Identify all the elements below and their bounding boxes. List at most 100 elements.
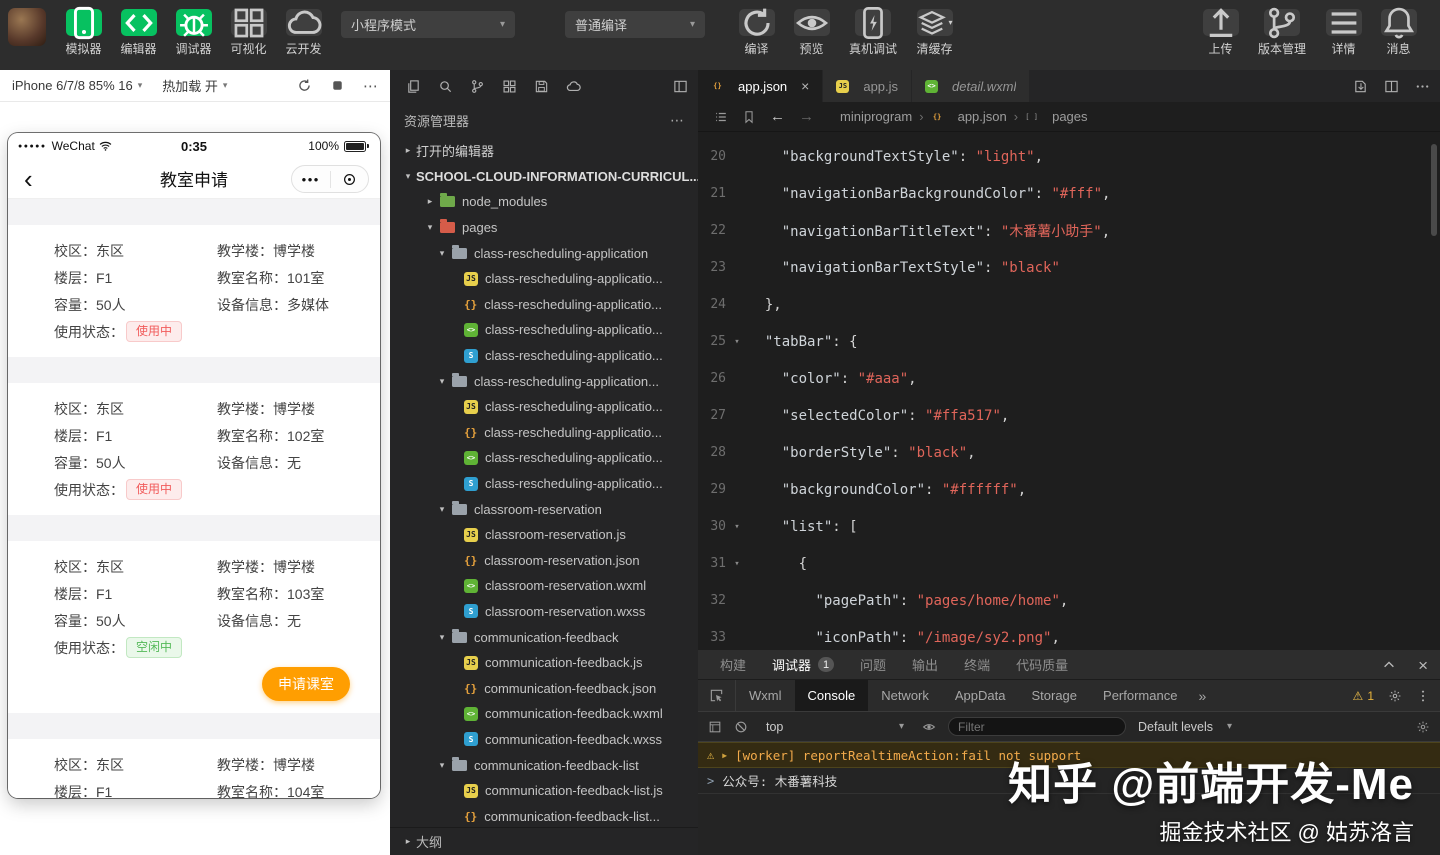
code-line[interactable]: 30 ▾ "list": [ (698, 508, 1430, 545)
code-line[interactable]: 22 "navigationBarTitleText": "木番薯小助手", (698, 212, 1430, 249)
files-icon[interactable] (406, 79, 421, 94)
device-selector[interactable]: iPhone 6/7/8 85% 16 ▾ (12, 78, 142, 93)
tree-file[interactable]: <> class-rescheduling-applicatio... (390, 317, 698, 343)
navigate-forward-icon[interactable]: → (799, 108, 814, 125)
outline-section[interactable]: ▸ 大纲 (390, 827, 698, 855)
tree-file[interactable]: JS class-rescheduling-applicatio... (390, 394, 698, 420)
tree-file[interactable]: JS class-rescheduling-applicatio... (390, 266, 698, 292)
tree-file[interactable]: JS communication-feedback.js (390, 650, 698, 676)
tree-file[interactable]: Scommunication-feedback.wxss (390, 727, 698, 753)
code-line[interactable]: 31 ▾ { (698, 545, 1430, 582)
devtools-tab-Wxml[interactable]: Wxml (736, 680, 795, 711)
more-actions-icon[interactable] (1415, 79, 1430, 94)
cloud-icon[interactable] (566, 79, 581, 94)
console-filter-input[interactable] (948, 717, 1126, 736)
code-line[interactable]: 20 "backgroundTextStyle": "light", (698, 138, 1430, 175)
code-line[interactable]: 21 "navigationBarBackgroundColor": "#fff… (698, 175, 1430, 212)
expand-panel-icon[interactable] (1382, 658, 1396, 672)
inspect-element-icon[interactable] (698, 680, 736, 711)
action-details-button[interactable]: 详情 (1316, 9, 1371, 57)
code-line[interactable]: 33 "iconPath": "/image/sy2.png", (698, 619, 1430, 650)
log-levels-dropdown[interactable]: Default levels ▾ (1138, 720, 1232, 734)
panel-tab-代码质量[interactable]: 代码质量 (1016, 655, 1068, 674)
outline-list-icon[interactable] (714, 110, 728, 124)
code-line[interactable]: 23 "navigationBarTextStyle": "black" (698, 249, 1430, 286)
devtools-settings-icon[interactable] (1388, 689, 1402, 703)
action-device-debug-button[interactable]: 真机调试 (839, 6, 907, 57)
close-miniprogram-icon[interactable] (331, 172, 369, 187)
tree-file[interactable]: JS communication-feedback-list.js (390, 778, 698, 804)
save-icon[interactable] (534, 79, 549, 94)
breadcrumb-item[interactable]: pages (1052, 109, 1087, 124)
restart-simulator-icon[interactable] (297, 78, 312, 93)
hot-reload-toggle[interactable]: 热加载 开 ▾ (162, 76, 227, 95)
tree-folder[interactable]: ▾ communication-feedback-list (390, 752, 698, 778)
tree-folder[interactable]: ▾ class-rescheduling-application... (390, 368, 698, 394)
action-clear-cache-button[interactable]: ▾ 清缓存 (907, 9, 962, 57)
tree-folder[interactable]: ▸ node_modules (390, 189, 698, 215)
devtools-tab-Console[interactable]: Console (794, 680, 869, 711)
tree-file[interactable]: {} class-rescheduling-applicatio... (390, 420, 698, 446)
console-settings-icon[interactable] (1416, 720, 1430, 734)
apply-classroom-button[interactable]: 申请课室 (262, 667, 350, 701)
action-compile-button[interactable]: 编译 (729, 8, 784, 57)
mode-dropdown[interactable]: 小程序模式 ▾ (341, 11, 515, 38)
grid-icon[interactable] (502, 79, 517, 94)
explorer-more-icon[interactable]: ⋯ (670, 112, 684, 129)
editor-tab-app.js[interactable]: JS app.js (823, 70, 913, 102)
code-line[interactable]: 24 }, (698, 286, 1430, 323)
devtools-tab-Network[interactable]: Network (868, 680, 942, 711)
bookmark-icon[interactable] (742, 110, 756, 124)
live-expression-icon[interactable] (922, 720, 936, 734)
split-icon[interactable] (1384, 79, 1399, 94)
panel-tab-问题[interactable]: 问题 (860, 655, 886, 674)
section-project-root[interactable]: ▾ SCHOOL-CLOUD-INFORMATION-CURRICUL... (390, 164, 698, 190)
more-menu-icon[interactable]: ••• (292, 172, 330, 187)
close-tab-icon[interactable]: × (801, 78, 809, 94)
action-preview-button[interactable]: 预览 (784, 9, 839, 57)
tool-visualization-button[interactable]: 可视化 (221, 8, 276, 57)
code-line[interactable]: 25 ▾ "tabBar": { (698, 323, 1430, 360)
devtools-tab-AppData[interactable]: AppData (942, 680, 1019, 711)
branch-icon[interactable] (470, 79, 485, 94)
action-messages-button[interactable]: 消息 (1371, 7, 1426, 57)
compile-mode-dropdown[interactable]: 普通编译 ▾ (565, 11, 705, 38)
close-panel-icon[interactable]: × (1418, 657, 1428, 674)
devtools-overflow-icon[interactable]: » (1190, 680, 1214, 711)
search-icon[interactable] (438, 79, 453, 94)
tree-folder[interactable]: ▾ pages (390, 215, 698, 241)
tool-debugger-button[interactable]: 调试器 (166, 9, 221, 57)
panel-tab-输出[interactable]: 输出 (912, 655, 938, 674)
tool-simulator-button[interactable]: 模拟器 (56, 6, 111, 57)
fold-icon[interactable]: ▾ (726, 559, 748, 569)
devtools-menu-icon[interactable] (1416, 689, 1430, 703)
code-line[interactable]: 32 "pagePath": "pages/home/home", (698, 582, 1430, 619)
breadcrumb-item[interactable]: miniprogram (840, 109, 912, 124)
devtools-tab-Performance[interactable]: Performance (1090, 680, 1190, 711)
tree-file[interactable]: {} class-rescheduling-applicatio... (390, 292, 698, 318)
devtools-tab-Storage[interactable]: Storage (1018, 680, 1090, 711)
tree-file[interactable]: {} classroom-reservation.json (390, 548, 698, 574)
code-line[interactable]: 29 "backgroundColor": "#ffffff", (698, 471, 1430, 508)
tree-file[interactable]: Sclass-rescheduling-applicatio... (390, 343, 698, 369)
tool-cloud-dev-button[interactable]: 云开发 (276, 9, 331, 57)
tree-folder[interactable]: ▾ communication-feedback (390, 624, 698, 650)
breadcrumb-item[interactable]: app.json (958, 109, 1007, 124)
console-warning-row[interactable]: ⚠ ▶ [worker] reportRealtimeAction:fail not… (698, 742, 1440, 768)
tree-file[interactable]: {} communication-feedback.json (390, 675, 698, 701)
code-line[interactable]: 28 "borderStyle": "black", (698, 434, 1430, 471)
action-upload-button[interactable]: 上传 (1193, 7, 1248, 57)
panel-tab-调试器[interactable]: 调试器 1 (772, 655, 835, 674)
stop-simulator-icon[interactable] (330, 78, 345, 93)
code-area[interactable]: 20 "backgroundTextStyle": "light", 21 "na… (698, 132, 1430, 650)
tree-file[interactable]: <> classroom-reservation.wxml (390, 573, 698, 599)
tool-editor-button[interactable]: 编辑器 (111, 9, 166, 57)
warning-count[interactable]: ⚠ 1 (1353, 689, 1374, 703)
panel-tab-构建[interactable]: 构建 (720, 655, 746, 674)
tree-file[interactable]: {} communication-feedback-list... (390, 803, 698, 827)
openfile-icon[interactable] (1353, 79, 1368, 94)
eval-context-icon[interactable] (708, 720, 722, 734)
action-version-manage-button[interactable]: 版本管理 (1248, 7, 1316, 57)
clear-console-icon[interactable] (734, 720, 748, 734)
tree-file[interactable]: <> class-rescheduling-applicatio... (390, 445, 698, 471)
